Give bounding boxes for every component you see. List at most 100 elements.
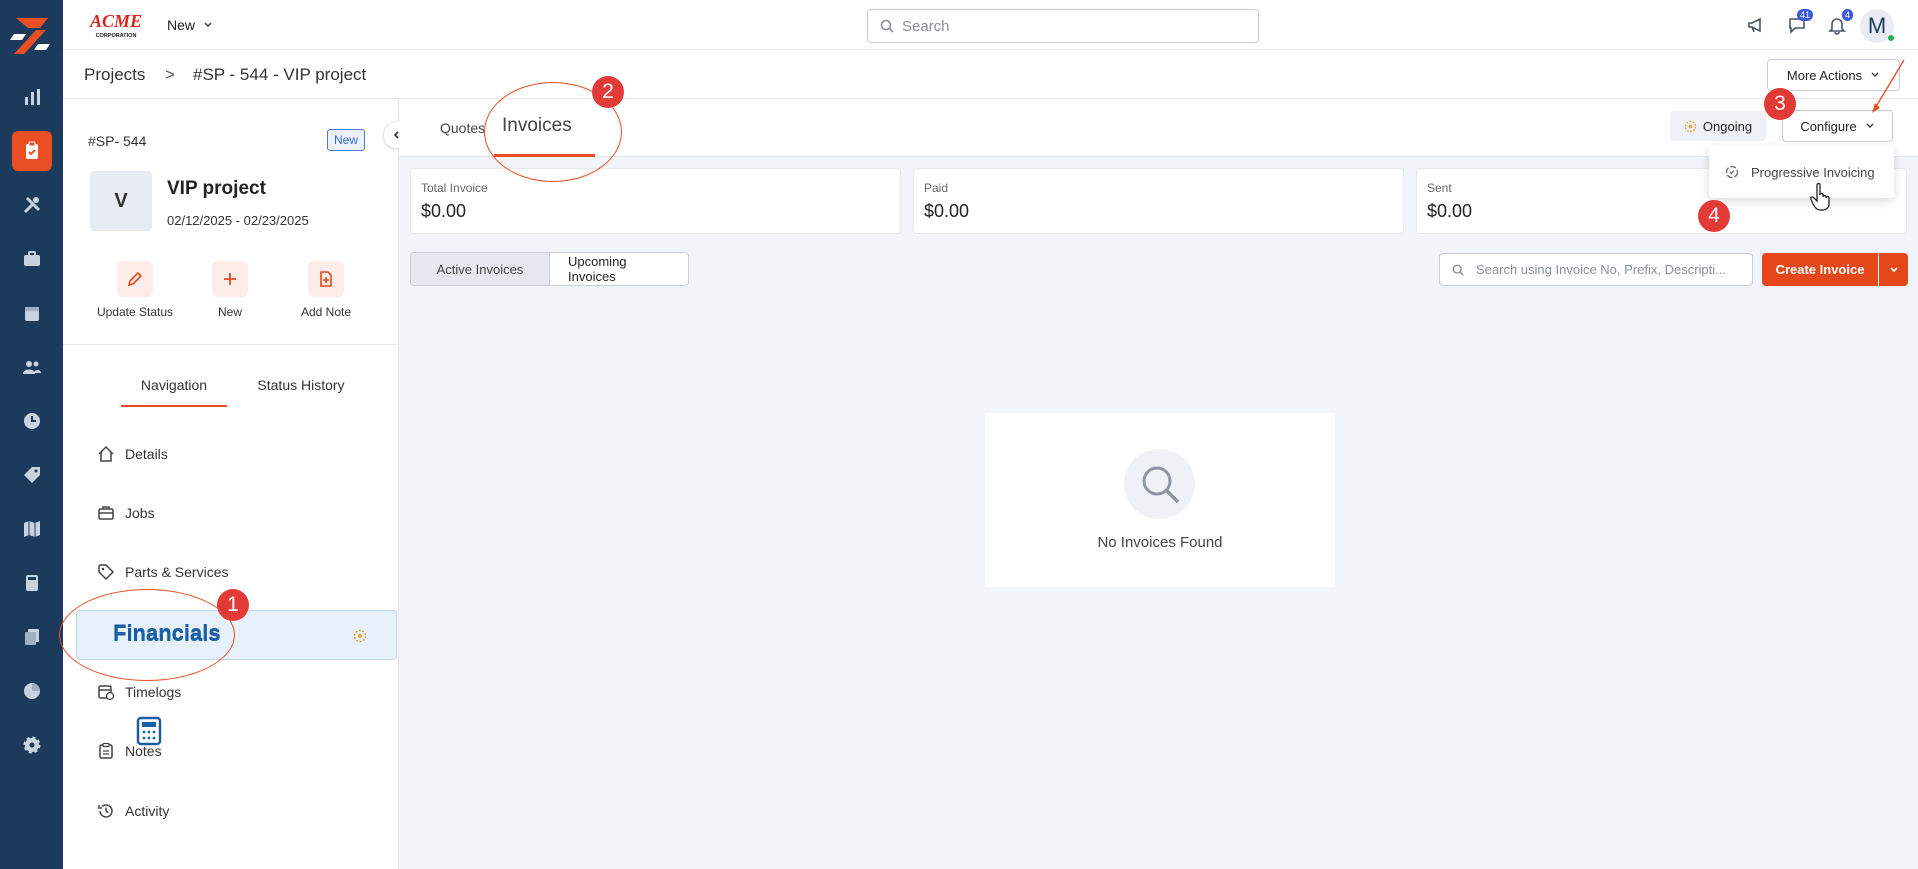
add-note-label: Add Note <box>300 305 352 319</box>
notifications-button[interactable]: 4 <box>1824 9 1853 38</box>
update-status-button[interactable]: Update Status <box>90 261 180 319</box>
invoice-search-input[interactable]: Search using Invoice No, Prefix, Descrip… <box>1439 253 1753 286</box>
add-note-button[interactable]: Add Note <box>281 261 371 319</box>
rail-time[interactable] <box>0 401 63 441</box>
callout-2: 2 <box>592 76 624 108</box>
app-logo-icon[interactable] <box>10 16 52 56</box>
ongoing-status-button[interactable]: Ongoing <box>1670 111 1766 141</box>
tab-navigation[interactable]: Navigation <box>121 377 227 407</box>
create-invoice-options-button[interactable] <box>1879 253 1908 286</box>
new-action-button[interactable]: New <box>185 261 275 319</box>
rail-invoices[interactable] <box>0 563 63 603</box>
rail-documents[interactable] <box>0 617 63 657</box>
callout-4: 4 <box>1698 200 1730 232</box>
ongoing-status-icon <box>1684 120 1697 132</box>
configure-label: Configure <box>1800 118 1857 134</box>
rail-dashboard[interactable] <box>0 77 63 117</box>
annotation-arrow <box>1872 59 1905 113</box>
new-menu-label: New <box>167 17 196 33</box>
search-icon <box>880 19 894 33</box>
tools-icon <box>23 196 40 214</box>
tab-upcoming-invoices[interactable]: Upcoming Invoices <box>550 253 688 285</box>
clipboard-icon <box>25 141 38 159</box>
project-id: #SP- 544 <box>88 133 147 149</box>
pie-chart-icon <box>23 683 40 699</box>
calendar-icon <box>24 307 39 321</box>
nav-item-activity[interactable]: Activity <box>63 787 399 835</box>
card-value: $0.00 <box>1427 201 1473 221</box>
notifications-badge: 4 <box>1841 9 1853 21</box>
tag-icon <box>98 564 115 581</box>
rail-projects[interactable] <box>0 131 63 171</box>
empty-search-icon <box>1124 449 1195 519</box>
documents-icon <box>24 629 39 645</box>
progressive-invoicing-label: Progressive Invoicing <box>1751 164 1875 180</box>
nav-item-notes[interactable]: Notes <box>63 727 399 775</box>
update-status-label: Update Status <box>96 305 174 319</box>
rail-map[interactable] <box>0 509 63 549</box>
app-rail <box>0 0 63 869</box>
user-avatar[interactable]: M <box>1860 9 1895 43</box>
nav-item-label: Parts & Services <box>125 564 229 580</box>
avatar-initial: M <box>1867 13 1887 38</box>
users-icon <box>22 361 41 374</box>
messages-button[interactable]: 41 <box>1784 9 1813 38</box>
configure-dropdown-item-progressive-invoicing[interactable]: Progressive Invoicing <box>1709 146 1894 198</box>
card-value: $0.00 <box>924 201 970 221</box>
briefcase-icon <box>23 251 40 266</box>
rail-calendar[interactable] <box>0 293 63 333</box>
rail-pricing[interactable] <box>0 455 63 495</box>
paid-card: Paid $0.00 <box>913 168 1404 234</box>
online-status-dot <box>1887 34 1895 42</box>
history-icon <box>98 804 113 818</box>
nav-item-details[interactable]: Details <box>63 430 399 478</box>
nav-item-label: Activity <box>125 803 170 819</box>
global-search-input[interactable]: Search <box>867 9 1259 43</box>
create-invoice-button[interactable]: Create Invoice <box>1762 253 1878 286</box>
search-placeholder: Search <box>902 17 950 35</box>
search-icon <box>1452 264 1464 276</box>
rail-tools[interactable] <box>0 185 63 225</box>
rail-customers[interactable] <box>0 347 63 387</box>
card-label: Sent <box>1427 181 1452 195</box>
clipboard-icon <box>99 742 113 759</box>
clock-icon <box>23 413 40 429</box>
megaphone-icon <box>1748 17 1761 33</box>
card-label: Total Invoice <box>421 181 488 195</box>
project-name: VIP project <box>167 178 266 199</box>
divider <box>63 344 399 345</box>
nav-item-label: Notes <box>125 743 162 759</box>
total-invoice-card: Total Invoice $0.00 <box>410 168 901 234</box>
acme-brand-logo[interactable]: ACME CORPORATION <box>83 11 149 39</box>
main-content: Quotes Invoices Ongoing Configure Progre… <box>399 99 1918 869</box>
nav-item-jobs[interactable]: Jobs <box>63 489 399 537</box>
more-actions-label: More Actions <box>1786 67 1863 83</box>
rail-jobs[interactable] <box>0 239 63 279</box>
card-value: $0.00 <box>421 201 467 221</box>
nav-item-label: Details <box>125 446 168 462</box>
home-icon <box>98 445 114 462</box>
breadcrumb-projects-link[interactable]: Projects <box>84 65 145 85</box>
empty-state: No Invoices Found <box>985 413 1335 587</box>
svg-text:CORPORATION: CORPORATION <box>96 33 137 39</box>
rail-reports[interactable] <box>0 671 63 711</box>
callout-1: 1 <box>217 589 249 621</box>
new-action-label: New <box>217 305 242 319</box>
tab-quotes[interactable]: Quotes <box>440 120 485 136</box>
breadcrumb-separator: > <box>165 65 175 84</box>
announcements-button[interactable] <box>1743 12 1769 38</box>
project-sidebar: #SP- 544 New V VIP project 02/12/2025 - … <box>63 99 411 869</box>
chevron-down-icon <box>1866 123 1874 128</box>
calculator-icon <box>25 575 38 591</box>
progress-clock-icon <box>1725 165 1739 179</box>
pencil-icon <box>127 271 143 287</box>
messages-badge: 41 <box>1796 9 1813 21</box>
new-menu[interactable]: New <box>167 17 213 33</box>
tab-active-invoices[interactable]: Active Invoices <box>411 253 550 285</box>
nav-item-label: Timelogs <box>125 684 182 700</box>
rail-settings[interactable] <box>0 725 63 765</box>
highlight-ellipse-financials <box>59 589 235 681</box>
gear-icon <box>23 736 40 754</box>
tab-status-history[interactable]: Status History <box>246 377 356 393</box>
briefcase-icon <box>98 506 114 520</box>
